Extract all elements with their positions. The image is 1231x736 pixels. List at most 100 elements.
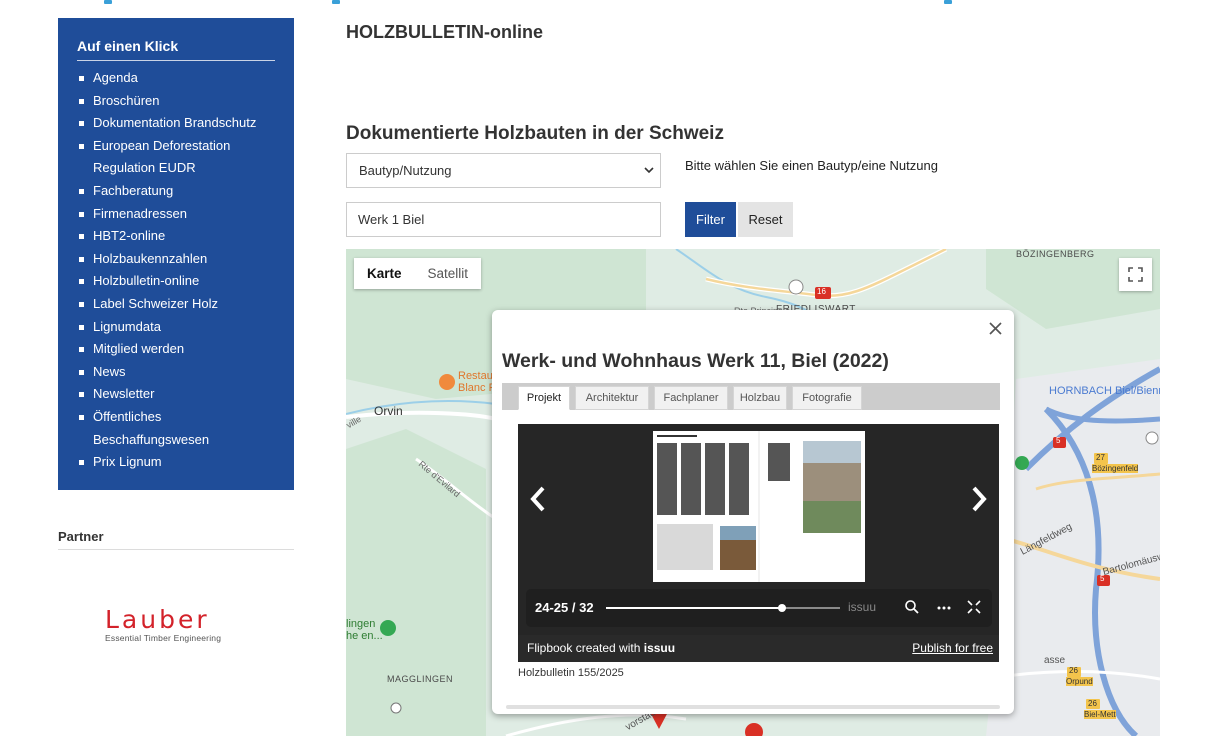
expand-icon[interactable] <box>966 599 982 620</box>
page-slider-knob[interactable] <box>777 604 786 612</box>
sidebar-item-label-schweizer-holz[interactable]: Label Schweizer Holz <box>77 293 275 316</box>
sidebar-item-holzbaukennzahlen[interactable]: Holzbaukennzahlen <box>77 248 275 271</box>
type-select[interactable]: Bautyp/Nutzung <box>346 153 661 188</box>
close-icon[interactable] <box>989 319 1002 340</box>
sidebar-item-prix-lignum[interactable]: Prix Lignum <box>77 451 275 474</box>
sidebar-item-label: Dokumentation Brandschutz <box>93 115 257 131</box>
publish-for-free-link[interactable]: Publish for free <box>912 641 993 655</box>
flipbook-page-content <box>653 431 865 582</box>
chevron-right-icon[interactable] <box>969 484 989 522</box>
map-label: Orvin <box>374 404 403 418</box>
map-label: asse <box>1044 655 1066 666</box>
sidebar-item-label: Broschüren <box>93 92 160 108</box>
fullscreen-icon <box>1128 267 1143 282</box>
page-slider[interactable] <box>606 604 840 612</box>
top-strip-mark <box>944 0 952 4</box>
map-route-badge: 5 <box>1056 436 1061 445</box>
tab-fachplaner[interactable]: Fachplaner <box>654 386 728 410</box>
sidebar-item-agenda[interactable]: Agenda <box>77 67 275 90</box>
page-title: HOLZBULLETIN-online <box>346 22 543 42</box>
sidebar-item-firmenadressen[interactable]: Firmenadressen <box>77 203 275 226</box>
map-label: Bözingenfeld <box>1092 464 1139 473</box>
sidebar-item-broschueren[interactable]: Broschüren <box>77 90 275 113</box>
section-title: Dokumentierte Holzbauten in der Schweiz <box>346 123 724 144</box>
top-strip-mark <box>104 0 112 4</box>
map-label: 27 <box>1096 453 1105 462</box>
issuu-watermark: issuu <box>848 600 877 614</box>
map-label: he en... <box>346 630 383 642</box>
reset-button[interactable]: Reset <box>738 202 793 237</box>
flipbook-caption: Holzbulletin 155/2025 <box>518 667 624 679</box>
fullscreen-button[interactable] <box>1119 258 1152 291</box>
info-window-title: Werk- und Wohnhaus Werk 11, Biel (2022) <box>502 350 889 372</box>
sidebar-item-newsletter[interactable]: Newsletter <box>77 383 275 406</box>
more-icon[interactable] <box>936 599 952 620</box>
chevron-left-icon[interactable] <box>528 484 548 522</box>
partner-logo-tagline: Essential Timber Engineering <box>105 633 222 643</box>
partner-logo-word: Lauber <box>105 605 210 634</box>
search-icon[interactable] <box>904 599 920 620</box>
chevron-down-icon <box>644 154 654 201</box>
sidebar-item-label: European Deforestation <box>93 137 231 153</box>
map-type-karte-button[interactable]: Karte <box>354 258 415 289</box>
sidebar-item-label: Agenda <box>93 70 138 85</box>
filter-button[interactable]: Filter <box>685 202 736 237</box>
type-hint: Bitte wählen Sie einen Bautyp/eine Nutzu… <box>685 158 938 173</box>
map-label: lingen <box>346 618 376 630</box>
map-label: BÖZINGENBERG <box>1016 249 1095 259</box>
tab-architektur[interactable]: Architektur <box>575 386 649 410</box>
sidebar-item-label: Fachberatung <box>93 182 174 198</box>
map-label: Orpund <box>1066 677 1093 686</box>
tab-holzbau[interactable]: Holzbau <box>733 386 787 410</box>
sidebar-item-dokumentation-brandschutz[interactable]: Dokumentation Brandschutz <box>77 112 275 135</box>
sidebar-item-label: Mitglied werden <box>93 341 185 357</box>
flipbook-created-label: Flipbook created with <box>527 641 641 655</box>
tab-fotografie[interactable]: Fotografie <box>792 386 862 410</box>
partner-title: Partner <box>58 529 104 544</box>
page-indicator: 24-25 / 32 <box>535 600 594 615</box>
info-window-scrollbar[interactable] <box>506 705 1000 709</box>
sidebar-list: Agenda Broschüren Dokumentation Brandsch… <box>77 67 275 474</box>
flipbook-viewer[interactable]: 24-25 / 32 issuu Flipbook created with i… <box>518 424 999 662</box>
info-tab-bar: Projekt Architektur Fachplaner Holzbau F… <box>502 383 1000 410</box>
sidebar-item-label-cont: Beschaffungswesen <box>93 431 210 447</box>
sidebar-item-label: Holzbaukennzahlen <box>93 250 208 266</box>
sidebar-item-label: Prix Lignum <box>93 454 162 470</box>
map-info-window: Werk- und Wohnhaus Werk 11, Biel (2022) … <box>492 310 1014 714</box>
page-slider-fill <box>606 607 782 609</box>
sidebar-item-label: Öffentliches <box>93 408 162 424</box>
sidebar-item-label-cont: Regulation EUDR <box>93 160 196 176</box>
sidebar-title: Auf einen Klick <box>77 38 275 61</box>
top-strip <box>0 0 1231 6</box>
sidebar-item-label: Firmenadressen <box>93 205 187 221</box>
map-type-satellit-button[interactable]: Satellit <box>415 258 482 289</box>
map-label: Restau <box>458 370 493 382</box>
issuu-brand: issuu <box>643 641 676 655</box>
map-label: 26 <box>1069 666 1078 675</box>
flipbook-spread <box>653 431 865 582</box>
sidebar-item-label: News <box>93 363 126 379</box>
type-select-value: Bautyp/Nutzung <box>359 163 452 178</box>
sidebar-item-label: Label Schweizer Holz <box>93 295 219 311</box>
tab-projekt[interactable]: Projekt <box>518 386 570 410</box>
partner-logo[interactable]: Lauber Essential Timber Engineering <box>105 605 255 643</box>
sidebar-item-eudr[interactable]: European Deforestation Regulation EUDR <box>77 135 275 180</box>
sidebar-item-news[interactable]: News <box>77 361 275 384</box>
sidebar-item-label: Lignumdata <box>93 318 161 334</box>
sidebar-item-label: HBT2-online <box>93 228 166 244</box>
partner-divider <box>58 549 294 550</box>
sidebar-item-holzbulletin-online[interactable]: Holzbulletin-online <box>77 270 275 293</box>
sidebar-item-mitglied-werden[interactable]: Mitglied werden <box>77 338 275 361</box>
search-input[interactable]: Werk 1 Biel <box>346 202 661 237</box>
map-label: Blanc F <box>458 382 496 394</box>
map-label: MAGGLINGEN <box>387 674 454 684</box>
sidebar: Auf einen Klick Agenda Broschüren Dokume… <box>58 18 294 490</box>
flipbook-created-text: Flipbook created with issuu <box>527 641 675 655</box>
top-strip-mark <box>332 0 340 4</box>
map-label: HORNBACH Biel/Bienn <box>1049 385 1160 397</box>
sidebar-item-lignumdata[interactable]: Lignumdata <box>77 316 275 339</box>
sidebar-item-hbt2-online[interactable]: HBT2-online <box>77 225 275 248</box>
sidebar-item-beschaffungswesen[interactable]: Öffentliches Beschaffungswesen <box>77 406 275 451</box>
map-label: 26 <box>1088 699 1097 708</box>
sidebar-item-fachberatung[interactable]: Fachberatung <box>77 180 275 203</box>
